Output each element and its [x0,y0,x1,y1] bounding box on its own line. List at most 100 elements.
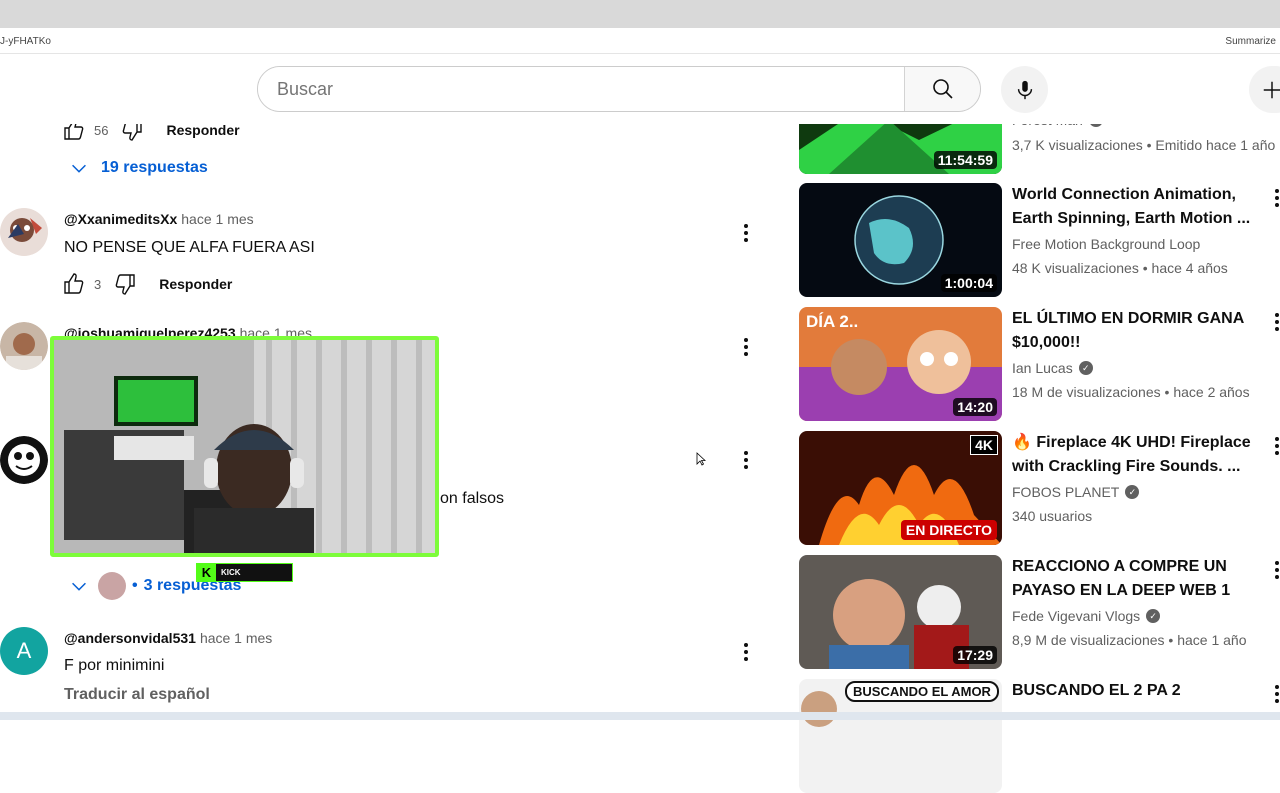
comment-text: on falsos [440,490,505,507]
comment-actions: 3 Responder [62,272,232,296]
video-menu-button[interactable] [1265,310,1280,334]
verified-icon: ✓ [1125,485,1140,499]
channel-name[interactable]: Free Motion Background Loop [1012,236,1200,252]
webcam-overlay [50,336,439,557]
plus-icon [1263,81,1280,98]
video-title[interactable]: BUSCANDO EL 2 PA 2 [1012,679,1267,703]
microphone-icon [1017,80,1032,99]
voice-search-button[interactable] [1001,66,1048,113]
channel-label[interactable]: Ian Lucas [1012,360,1073,376]
like-count: 56 [94,122,109,138]
more-vert-icon [744,224,748,242]
webcam-feed-image [54,340,435,553]
video-meta: 8,9 M de visualizaciones • hace 1 año [1012,632,1247,648]
live-badge: EN DIRECTO [900,520,997,540]
comment-menu-button[interactable] [734,448,758,472]
more-vert-icon [1275,313,1279,331]
avatar[interactable] [0,436,48,484]
avatar[interactable]: A [0,627,48,675]
cartoon-avatar-image [0,436,48,484]
view-replies-button[interactable]: 19 respuestas [68,157,208,179]
comment-time[interactable]: hace 1 mes [181,211,253,227]
verified-icon: ✓ [1078,361,1093,375]
like-count: 3 [94,276,102,292]
video-menu-button[interactable] [1265,186,1280,210]
video-duration: 14:20 [953,398,997,416]
video-duration: 11:54:59 [933,151,997,169]
video-thumbnail[interactable]: BUSCANDO EL AMOR [799,679,1002,793]
channel-name[interactable]: FOBOS PLANET ✓ [1012,484,1140,500]
video-title[interactable]: World Connection Animation, Earth Spinni… [1012,183,1267,231]
comment-text: NO PENSE QUE ALFA FUERA ASI [64,239,315,256]
comment-menu-button[interactable] [734,640,758,664]
comment-menu-button[interactable] [734,221,758,245]
search-input[interactable] [258,67,904,111]
channel-label[interactable]: FOBOS PLANET [1012,484,1119,500]
chevron-down-icon [72,164,86,173]
video-meta: 340 usuarios [1012,508,1093,524]
profile-photo-image [0,322,48,370]
comment-author[interactable]: @andersonvidal531 hace 1 mes [64,630,272,646]
anime-avatar-image [0,208,48,256]
comment-time[interactable]: hace 1 mes [200,630,272,646]
bullet-separator: • [132,577,138,594]
related-videos: 11:54:59 Forest Man✓ 3,7 K visualizacion… [799,60,1280,793]
more-vert-icon [1275,685,1279,703]
video-duration: 17:29 [953,646,997,664]
video-meta: 3,7 K visualizaciones • Emitido hace 1 a… [1012,137,1276,153]
video-menu-button[interactable] [1265,682,1280,706]
kick-channel-badge: K KICK [196,563,293,582]
reply-button[interactable]: Responder [166,122,239,138]
thumbnail-text: BUSCANDO EL AMOR [845,681,999,702]
verified-icon: ✓ [1146,609,1161,623]
avatar[interactable] [0,208,48,256]
video-duration: 1:00:04 [940,274,997,292]
video-menu-button[interactable] [1265,558,1280,582]
search-box [257,66,981,112]
avatar-letter: A [16,638,32,663]
chevron-down-icon [72,582,86,591]
video-title[interactable]: 🔥 Fireplace 4K UHD! Fireplace with Crack… [1012,431,1267,479]
kick-logo: K [197,564,216,581]
author-handle[interactable]: @XxanimeditsXx [64,211,177,227]
more-vert-icon [744,451,748,469]
comment-menu-button[interactable] [734,335,758,359]
video-thumbnail[interactable]: 1:00:04 [799,183,1002,297]
summarize-button[interactable]: Summarize [1225,36,1276,47]
channel-label[interactable]: Fede Vigevani Vlogs [1012,608,1140,624]
kick-label: KICK [221,568,241,577]
more-vert-icon [1275,189,1279,207]
like-icon[interactable] [62,272,86,296]
channel-name[interactable]: Fede Vigevani Vlogs ✓ [1012,608,1161,624]
channel-name[interactable]: Ian Lucas ✓ [1012,360,1093,376]
avatar[interactable] [0,322,48,370]
search-button[interactable] [904,67,980,111]
os-taskbar [0,712,1280,720]
video-meta: 48 K visualizaciones • hace 4 años [1012,260,1228,276]
video-title[interactable]: REACCIONO A COMPRE UN PAYASO EN LA DEEP … [1012,555,1267,603]
url-text[interactable]: J-yFHATKo [0,36,51,47]
comment-author[interactable]: @XxanimeditsXx hace 1 mes [64,211,254,227]
translate-button[interactable]: Traducir al español [64,686,210,704]
video-thumbnail[interactable]: 17:29 [799,555,1002,669]
youtube-header [0,54,1280,124]
more-vert-icon [1275,437,1279,455]
more-vert-icon [1275,561,1279,579]
video-title[interactable]: EL ÚLTIMO EN DORMIR GANA $10,000!! [1012,307,1267,355]
video-thumbnail[interactable]: 4K EN DIRECTO [799,431,1002,545]
comment-text: F por minimini [64,657,165,674]
video-thumbnail[interactable]: DÍA 2.. 14:20 [799,307,1002,421]
more-vert-icon [744,643,748,661]
video-menu-button[interactable] [1265,434,1280,458]
dislike-icon[interactable] [113,272,137,296]
browser-address-bar[interactable]: J-yFHATKo Summarize [0,28,1280,54]
resolution-badge: 4K [970,435,998,455]
replies-count-label: 19 respuestas [101,159,208,176]
author-handle[interactable]: @andersonvidal531 [64,630,196,646]
create-button[interactable] [1249,66,1280,113]
reply-button[interactable]: Responder [159,276,232,292]
creator-reply-avatar [98,572,126,600]
search-icon [932,79,953,99]
channel-label[interactable]: Free Motion Background Loop [1012,236,1200,252]
video-meta: 18 M de visualizaciones • hace 2 años [1012,384,1250,400]
